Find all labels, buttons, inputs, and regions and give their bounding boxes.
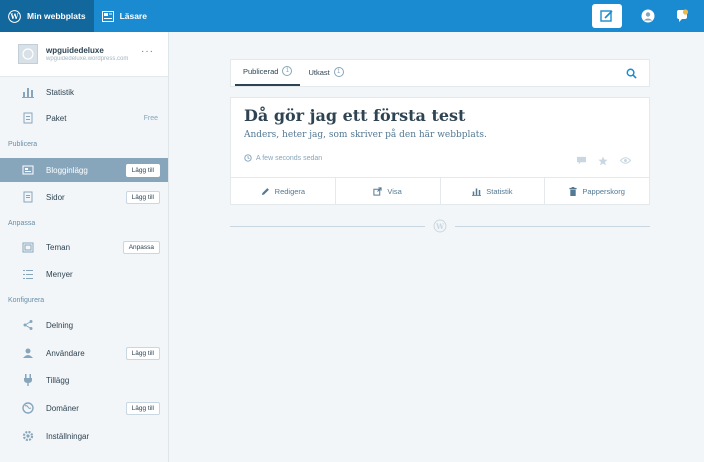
site-icon [18,44,38,64]
reader-button[interactable]: Läsare [94,0,155,32]
svg-text:W: W [9,12,19,21]
add-user-button[interactable]: Lägg till [125,346,160,360]
reader-icon [101,10,114,22]
tab-published[interactable]: Publicerad 1 [235,58,301,86]
sidebar: wpguidedeluxe wpguidedeluxe.wordpress.co… [0,32,169,462]
sidebar-item-label: Menyer [46,269,73,279]
view-label: Visa [387,187,402,196]
share-icon [20,317,36,333]
current-site-card[interactable]: wpguidedeluxe wpguidedeluxe.wordpress.co… [0,32,168,77]
write-post-button[interactable] [592,4,622,28]
posts-icon [20,162,36,178]
section-heading-configure: Konfigurera [8,297,45,304]
section-heading-publish: Publicera [8,141,38,148]
profile-button[interactable] [636,4,660,28]
sidebar-item-pages[interactable]: Sidor Lägg till [0,185,168,209]
plan-free-label: Free [143,114,158,122]
sidebar-item-label: Teman [46,242,71,252]
site-name: wpguidedeluxe [46,46,104,55]
published-count: 1 [282,66,293,76]
search-icon[interactable] [626,68,637,81]
section-heading-customize: Anpassa [8,220,36,227]
reader-label: Läsare [119,11,147,21]
tab-drafts-label: Utkast [308,67,330,77]
avatar-icon [641,9,655,23]
sidebar-item-menus[interactable]: Menyer [0,262,168,286]
stats-icon [472,188,482,196]
sidebar-item-stats[interactable]: Statistik [0,80,168,104]
sidebar-item-label: Blogginlägg [46,165,88,175]
sidebar-item-label: Domäner [46,403,79,413]
tab-drafts[interactable]: Utkast 1 [300,58,351,86]
sidebar-item-sharing[interactable]: Delning [0,313,168,337]
post-status-tabs: Publicerad 1 Utkast 1 [230,59,650,87]
wordpress-logo-icon: W [433,219,447,233]
tab-published-label: Publicerad [243,66,279,76]
customize-theme-button[interactable]: Anpassa [122,240,160,254]
eye-icon[interactable] [620,156,631,165]
gear-icon [20,428,36,444]
my-site-label: Min webbplats [27,11,86,21]
masterbar: W Min webbplats Läsare [0,0,704,32]
plan-icon [20,110,36,126]
sidebar-item-label: Inställningar [46,431,90,441]
sidebar-item-posts[interactable]: Blogginlägg Lägg till [0,158,168,182]
stats-icon [20,84,36,100]
globe-icon [20,400,36,416]
add-page-button[interactable]: Lägg till [125,190,160,204]
user-icon [20,345,36,361]
edit-label: Redigera [274,187,306,196]
notifications-bubble-icon [677,9,689,22]
my-site-button[interactable]: W Min webbplats [0,0,94,32]
drafts-count: 1 [333,67,344,77]
stats-label: Statistik [486,187,513,196]
post-stats-button[interactable]: Statistik [441,178,546,205]
sidebar-item-label: Tillägg [46,375,70,385]
view-post-button[interactable]: Visa [336,178,441,205]
post-card: Då gör jag ett första test Anders, heter… [230,97,650,205]
pages-icon [20,189,36,205]
trash-icon [569,187,577,196]
site-url: wpguidedeluxe.wordpress.com [46,56,129,62]
menus-icon [20,266,36,282]
sidebar-item-plugins[interactable]: Tillägg [0,368,168,392]
sidebar-item-label: Användare [46,348,85,358]
sidebar-item-settings[interactable]: Inställningar [0,424,168,448]
post-actions: Redigera Visa Statistik Papperskorg [231,177,649,205]
edit-post-button[interactable]: Redigera [231,178,336,205]
sidebar-item-plan[interactable]: Paket Free [0,106,168,130]
clock-icon [244,154,252,162]
sidebar-item-themes[interactable]: Teman Anpassa [0,235,168,259]
sidebar-item-domains[interactable]: Domäner Lägg till [0,396,168,420]
site-menu-icon[interactable]: ··· [141,46,154,57]
pencil-icon [261,188,269,196]
add-domain-button[interactable]: Lägg till [125,401,160,415]
external-link-icon [373,187,382,196]
trash-label: Papperskorg [582,187,625,196]
sidebar-item-label: Paket [46,113,67,123]
sidebar-item-users[interactable]: Användare Lägg till [0,341,168,365]
post-time: A few seconds sedan [244,154,322,162]
wordpress-logo-icon: W [8,9,21,23]
post-excerpt: Anders, heter jag, som skriver på den hä… [244,130,487,140]
write-icon [600,10,613,22]
post-time-text: A few seconds sedan [256,154,323,162]
add-post-button[interactable]: Lägg till [125,163,160,177]
sidebar-item-label: Statistik [46,87,75,97]
sidebar-item-label: Delning [46,320,74,330]
list-end-divider: W [230,218,650,234]
svg-text:W: W [435,222,444,231]
post-title[interactable]: Då gör jag ett första test [244,106,465,125]
comment-icon[interactable] [577,156,586,165]
themes-icon [20,239,36,255]
post-meta-icons [577,156,631,166]
sidebar-item-label: Sidor [46,192,65,202]
star-icon[interactable] [598,156,608,166]
trash-post-button[interactable]: Papperskorg [545,178,649,205]
plugin-icon [20,372,36,388]
notifications-button[interactable] [670,4,694,28]
